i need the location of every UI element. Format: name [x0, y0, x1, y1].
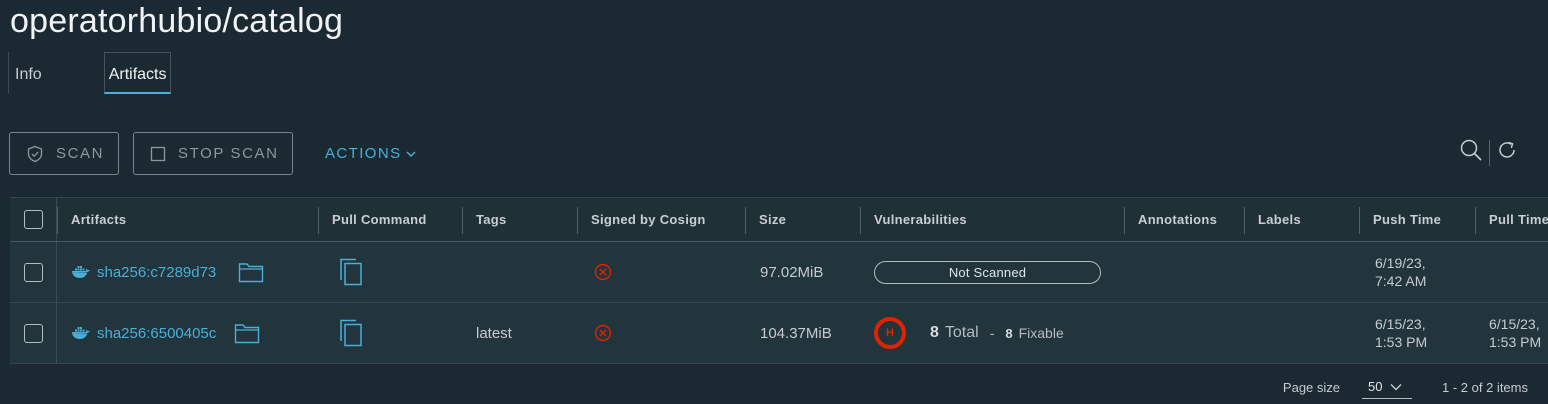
toolbar: SCAN STOP SCAN ACTIONS	[9, 132, 1548, 175]
total-count: 8	[930, 324, 939, 341]
push-time-date: 6/19/23,	[1375, 255, 1426, 271]
fixable-label: Fixable	[1018, 325, 1064, 341]
signed-cell	[594, 242, 612, 302]
items-summary: 1 - 2 of 2 items	[1442, 379, 1528, 395]
copy-icon[interactable]	[338, 257, 364, 287]
scan-button-label: SCAN	[56, 145, 105, 162]
vulnerabilities-cell: H 8 Total - 8 Fixable	[874, 303, 1064, 363]
push-time-date: 6/15/23,	[1375, 316, 1426, 332]
high-severity-icon: H	[874, 317, 906, 349]
artifact-digest-link[interactable]: sha256:c7289d73	[71, 264, 216, 281]
artifact-cell: sha256:6500405c	[71, 303, 260, 363]
chevron-down-icon	[406, 150, 416, 158]
table-row: sha256:6500405c latest 104.37MiB H 8 Tot…	[10, 303, 1548, 364]
tab-info[interactable]: Info	[8, 52, 48, 94]
tags-cell: latest	[476, 324, 512, 342]
pull-command-cell	[338, 242, 364, 302]
folder-icon[interactable]	[234, 322, 260, 344]
tab-bar: Info Artifacts	[8, 52, 172, 94]
column-header-annotations[interactable]: Annotations	[1124, 198, 1244, 241]
table-tools	[1459, 138, 1518, 167]
search-icon[interactable]	[1459, 138, 1483, 167]
column-header-vulnerabilities[interactable]: Vulnerabilities	[860, 198, 1124, 241]
actions-dropdown-label: ACTIONS	[325, 145, 402, 162]
table-header-row: Artifacts Pull Command Tags Signed by Co…	[10, 198, 1548, 242]
size-cell: 104.37MiB	[760, 324, 832, 342]
push-time-clock: 7:42 AM	[1375, 273, 1427, 289]
size-cell: 97.02MiB	[760, 263, 824, 281]
page-size-label: Page size	[1282, 379, 1341, 395]
column-header-size[interactable]: Size	[745, 198, 860, 241]
artifacts-table: Artifacts Pull Command Tags Signed by Co…	[10, 197, 1548, 364]
artifact-digest-text: sha256:6500405c	[97, 324, 217, 342]
docker-whale-icon	[71, 326, 91, 340]
error-circle-icon	[594, 263, 612, 281]
total-label: Total	[944, 324, 979, 341]
artifact-digest-link[interactable]: sha256:6500405c	[71, 325, 216, 342]
pull-command-cell	[338, 303, 364, 363]
scan-button[interactable]: SCAN	[9, 132, 119, 175]
actions-dropdown[interactable]: ACTIONS	[325, 132, 416, 175]
push-time-cell: 6/15/23, 1:53 PM	[1375, 303, 1427, 363]
table-row: sha256:c7289d73 97.02MiB Not Scanned 6/1…	[10, 242, 1548, 303]
row-select-cell	[10, 242, 57, 302]
column-header-push-time[interactable]: Push Time	[1359, 198, 1475, 241]
push-time-cell: 6/19/23, 7:42 AM	[1375, 242, 1426, 302]
push-time-clock: 1:53 PM	[1375, 334, 1428, 350]
pull-time-cell: 6/15/23, 1:53 PM	[1489, 303, 1541, 363]
column-header-tags[interactable]: Tags	[462, 198, 577, 241]
stop-square-icon	[150, 146, 166, 162]
folder-icon[interactable]	[238, 261, 264, 283]
column-header-pull-time[interactable]: Pull Time	[1475, 198, 1548, 241]
column-header-artifacts[interactable]: Artifacts	[57, 198, 318, 241]
refresh-icon[interactable]	[1496, 139, 1518, 166]
stop-scan-button-label: STOP SCAN	[178, 145, 279, 162]
signed-cell	[594, 303, 612, 363]
pull-time-clock: 1:53 PM	[1489, 334, 1542, 350]
tab-artifacts[interactable]: Artifacts	[103, 52, 172, 94]
artifact-cell: sha256:c7289d73	[71, 242, 264, 302]
column-header-signed-by-cosign[interactable]: Signed by Cosign	[577, 198, 745, 241]
artifact-digest-text: sha256:c7289d73	[97, 263, 217, 281]
vulnerabilities-cell: Not Scanned	[874, 242, 1101, 302]
copy-icon[interactable]	[338, 318, 364, 348]
error-circle-icon	[594, 324, 612, 342]
select-all-cell	[10, 198, 57, 241]
vulnerability-summary[interactable]: H 8 Total - 8 Fixable	[874, 317, 1064, 349]
toolbar-divider	[1489, 139, 1490, 166]
not-scanned-badge[interactable]: Not Scanned	[874, 260, 1101, 284]
row-select-cell	[10, 303, 57, 363]
separator: -	[989, 325, 995, 341]
fixable-count: 8	[1005, 325, 1013, 341]
row-checkbox[interactable]	[23, 323, 43, 343]
pull-time-date: 6/15/23,	[1489, 316, 1540, 332]
row-checkbox[interactable]	[23, 262, 43, 282]
select-all-checkbox[interactable]	[23, 210, 43, 229]
stop-scan-button[interactable]: STOP SCAN	[133, 132, 293, 175]
page-size-select[interactable]: 50	[1362, 375, 1413, 399]
shield-check-icon	[26, 145, 44, 163]
docker-whale-icon	[71, 265, 91, 279]
column-header-pull-command[interactable]: Pull Command	[318, 198, 462, 241]
page-size-value: 50	[1368, 379, 1383, 394]
page-title: operatorhubio/catalog	[10, 2, 344, 40]
pagination-footer: Page size 50 1 - 2 of 2 items	[1282, 375, 1528, 399]
column-header-labels[interactable]: Labels	[1244, 198, 1359, 241]
chevron-down-icon	[1390, 383, 1402, 391]
